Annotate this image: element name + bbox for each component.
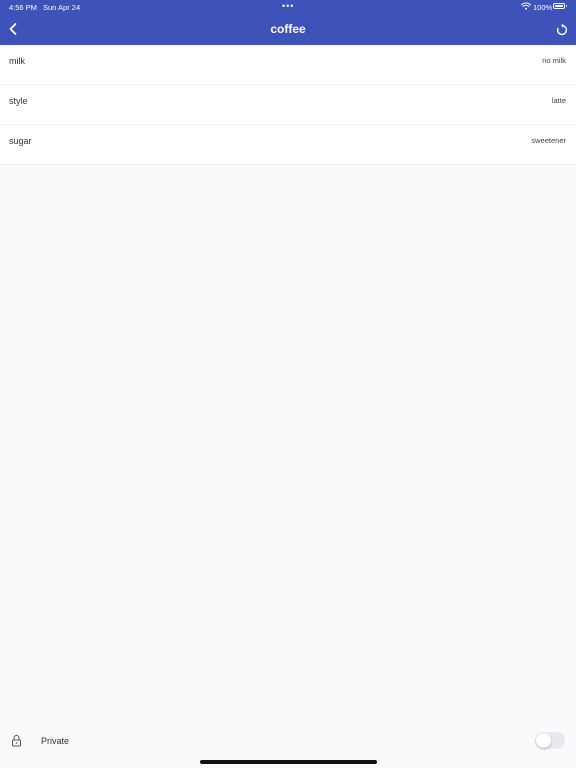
refresh-icon xyxy=(555,23,569,37)
option-value: no milk xyxy=(542,56,566,65)
toggle-knob xyxy=(536,733,551,748)
nav-header: 4:56 PM Sun Apr 24 ••• 100% coffee xyxy=(0,0,576,45)
option-label: milk xyxy=(9,56,25,66)
option-label: sugar xyxy=(9,136,32,146)
battery-percentage: 100% xyxy=(533,3,553,12)
refresh-button[interactable] xyxy=(555,23,569,37)
private-setting: Private xyxy=(0,725,576,760)
status-date: Sun Apr 24 xyxy=(43,3,81,12)
option-value: sweetener xyxy=(531,136,566,145)
multitasking-dots[interactable]: ••• xyxy=(282,1,294,11)
page-title: coffee xyxy=(270,22,306,36)
private-toggle[interactable] xyxy=(535,732,565,749)
options-list: milk no milk style latte sugar sweetener xyxy=(0,45,576,165)
option-row-sugar[interactable]: sugar sweetener xyxy=(0,125,576,165)
battery-icon xyxy=(553,3,567,9)
option-value: latte xyxy=(551,96,566,105)
wifi-icon xyxy=(520,2,532,10)
status-bar: 4:56 PM Sun Apr 24 ••• 100% xyxy=(0,0,576,14)
option-label: style xyxy=(9,96,28,106)
option-row-milk[interactable]: milk no milk xyxy=(0,45,576,85)
option-row-style[interactable]: style latte xyxy=(0,85,576,125)
home-indicator[interactable] xyxy=(200,760,377,764)
status-time: 4:56 PM xyxy=(9,3,37,12)
lock-icon xyxy=(11,734,22,747)
private-label: Private xyxy=(41,736,70,746)
